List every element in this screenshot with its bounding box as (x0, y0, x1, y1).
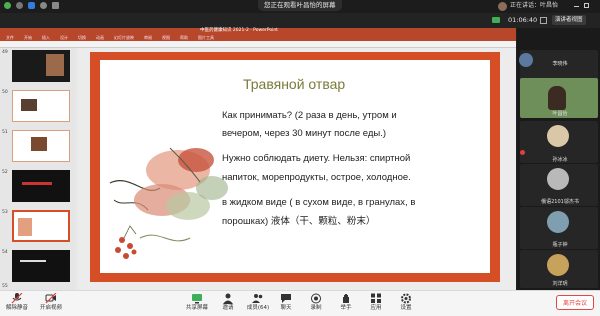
thumb-number: 54 (2, 250, 8, 255)
ppt-menu-item[interactable]: 文件 (6, 34, 14, 41)
slide-thumbnail[interactable] (12, 130, 70, 162)
record-button[interactable]: 录制 (301, 293, 331, 312)
slide-text-line: порошках) 液体（干、颗粒、粉末） (222, 216, 376, 227)
slide-thumbnail[interactable] (12, 170, 70, 202)
ppt-menu-item[interactable]: 图片工具 (198, 34, 214, 41)
presenter-view-label: 演讲者视图 (555, 17, 583, 23)
participant-name: 俄语2101邬杰书 (541, 199, 579, 205)
grid-icon[interactable] (540, 17, 547, 24)
ppt-menu-item[interactable]: 视图 (162, 34, 170, 41)
leave-meeting-label: 离开会议 (562, 300, 587, 307)
invite-button[interactable]: 邀请 (213, 293, 243, 312)
leave-meeting-button[interactable]: 离开会议 (556, 295, 594, 310)
participant-name: 瓶子钟 (552, 242, 568, 248)
avatar (547, 125, 569, 147)
gear-icon (401, 293, 411, 304)
ppt-menu-bar: 文件 开始 插入 设计 切换 动画 幻灯片放映 审阅 视图 帮助 图片工具 (0, 34, 516, 41)
screen-icon[interactable] (52, 2, 59, 9)
hand-icon (343, 294, 349, 303)
start-video-button[interactable]: 开启视频 (36, 293, 66, 312)
settings-button[interactable]: 设置 (391, 293, 421, 312)
members-icon (252, 294, 263, 303)
muted-mic-icon (520, 150, 525, 155)
window-controls (574, 3, 589, 8)
apps-button[interactable]: 应用 (361, 293, 391, 312)
thumb-number: 49 (2, 50, 8, 55)
participant-name: 叶昌怡 (552, 111, 568, 117)
thumb-number: 53 (2, 210, 8, 215)
avatar (547, 211, 569, 233)
participant-video (548, 86, 566, 110)
avatar (547, 254, 569, 276)
slide-text-line: в жидком виде ( в сухом виде, в гранулах… (222, 197, 416, 208)
ppt-menu-item[interactable]: 设计 (60, 34, 68, 41)
ppt-menu-item[interactable]: 幻灯片放映 (114, 34, 134, 41)
unmute-label: 解除静音 (5, 305, 28, 311)
members-button[interactable]: 成员(64) (243, 293, 273, 312)
microphone-muted-icon (11, 293, 23, 304)
meeting-timer: 01:06:40 (508, 16, 538, 24)
camera-off-icon (45, 293, 57, 304)
network-icon[interactable] (16, 2, 23, 9)
slide-text-line: вечером, через 30 минут после еды.) (222, 128, 387, 139)
invite-icon (223, 293, 233, 304)
chat-icon (281, 294, 291, 303)
viewing-label: 您正在观看叶昌怡的屏幕 (264, 1, 336, 9)
slide-thumbnail-selected[interactable] (12, 210, 70, 242)
participant-name: 孙冰冰 (552, 157, 568, 163)
record-label: 录制 (310, 305, 322, 311)
slide-title: Травяной отвар (243, 76, 346, 92)
ppt-ribbon (0, 41, 516, 48)
slide-thumbnail[interactable] (12, 90, 70, 122)
minimize-icon[interactable] (574, 6, 579, 7)
apps-icon (371, 293, 381, 303)
chat-label: 聊天 (280, 305, 292, 311)
green-status-icon (492, 17, 500, 23)
presenter-view-button[interactable]: 演讲者视图 (552, 15, 586, 25)
slide-text-line: Нужно соблюдать диету. Нельзя: спиртной (222, 153, 411, 164)
ppt-menu-item[interactable]: 切换 (78, 34, 86, 41)
apps-label: 应用 (370, 305, 382, 311)
viewing-indicator[interactable]: 您正在观看叶昌怡的屏幕 (258, 0, 342, 11)
slide-thumbnail[interactable] (12, 50, 70, 82)
participant-name: 李晓伟 (552, 61, 568, 67)
signal-icon[interactable] (40, 2, 47, 9)
ppt-menu-item[interactable]: 插入 (42, 34, 50, 41)
slide-thumbnail-pane: 49 50 51 52 53 54 55 (0, 48, 76, 290)
thumb-number: 55 (2, 284, 8, 289)
start-video-label: 开启视频 (39, 305, 62, 311)
speaking-indicator: 正在讲话：叶昌怡 (510, 2, 559, 9)
share-screen-button[interactable]: 共享屏幕 (182, 293, 212, 312)
settings-label: 设置 (400, 305, 412, 311)
avatar (547, 168, 569, 190)
maximize-icon[interactable] (584, 3, 589, 8)
record-icon (311, 293, 321, 304)
slide-text-line: Как принимать? (2 раза в день, утром и (222, 110, 397, 121)
raise-hand-label: 举手 (340, 305, 352, 311)
participant-name: 刘洋玥 (552, 281, 568, 287)
top-left-icons (4, 2, 59, 9)
ppt-menu-item[interactable]: 开始 (24, 34, 32, 41)
share-screen-label: 共享屏幕 (185, 305, 208, 311)
chat-button[interactable]: 聊天 (271, 293, 301, 312)
thumb-number: 51 (2, 130, 8, 135)
unmute-button[interactable]: 解除静音 (2, 293, 32, 312)
thumb-number: 52 (2, 170, 8, 175)
raise-hand-button[interactable]: 举手 (331, 293, 361, 312)
info-icon[interactable] (4, 2, 11, 9)
ppt-menu-item[interactable]: 审阅 (144, 34, 152, 41)
speaker-avatar (498, 2, 507, 11)
slide-text-line: напиток, морепродукты, острое, холодное. (222, 172, 411, 183)
slide-thumbnail[interactable] (12, 250, 70, 282)
ppt-menu-item[interactable]: 动画 (96, 34, 104, 41)
invite-label: 邀请 (222, 305, 234, 311)
ppt-menu-item[interactable]: 帮助 (180, 34, 188, 41)
thumb-number: 50 (2, 90, 8, 95)
shield-icon[interactable] (28, 2, 35, 9)
members-label: 成员(64) (246, 305, 270, 311)
share-screen-icon (192, 294, 202, 304)
